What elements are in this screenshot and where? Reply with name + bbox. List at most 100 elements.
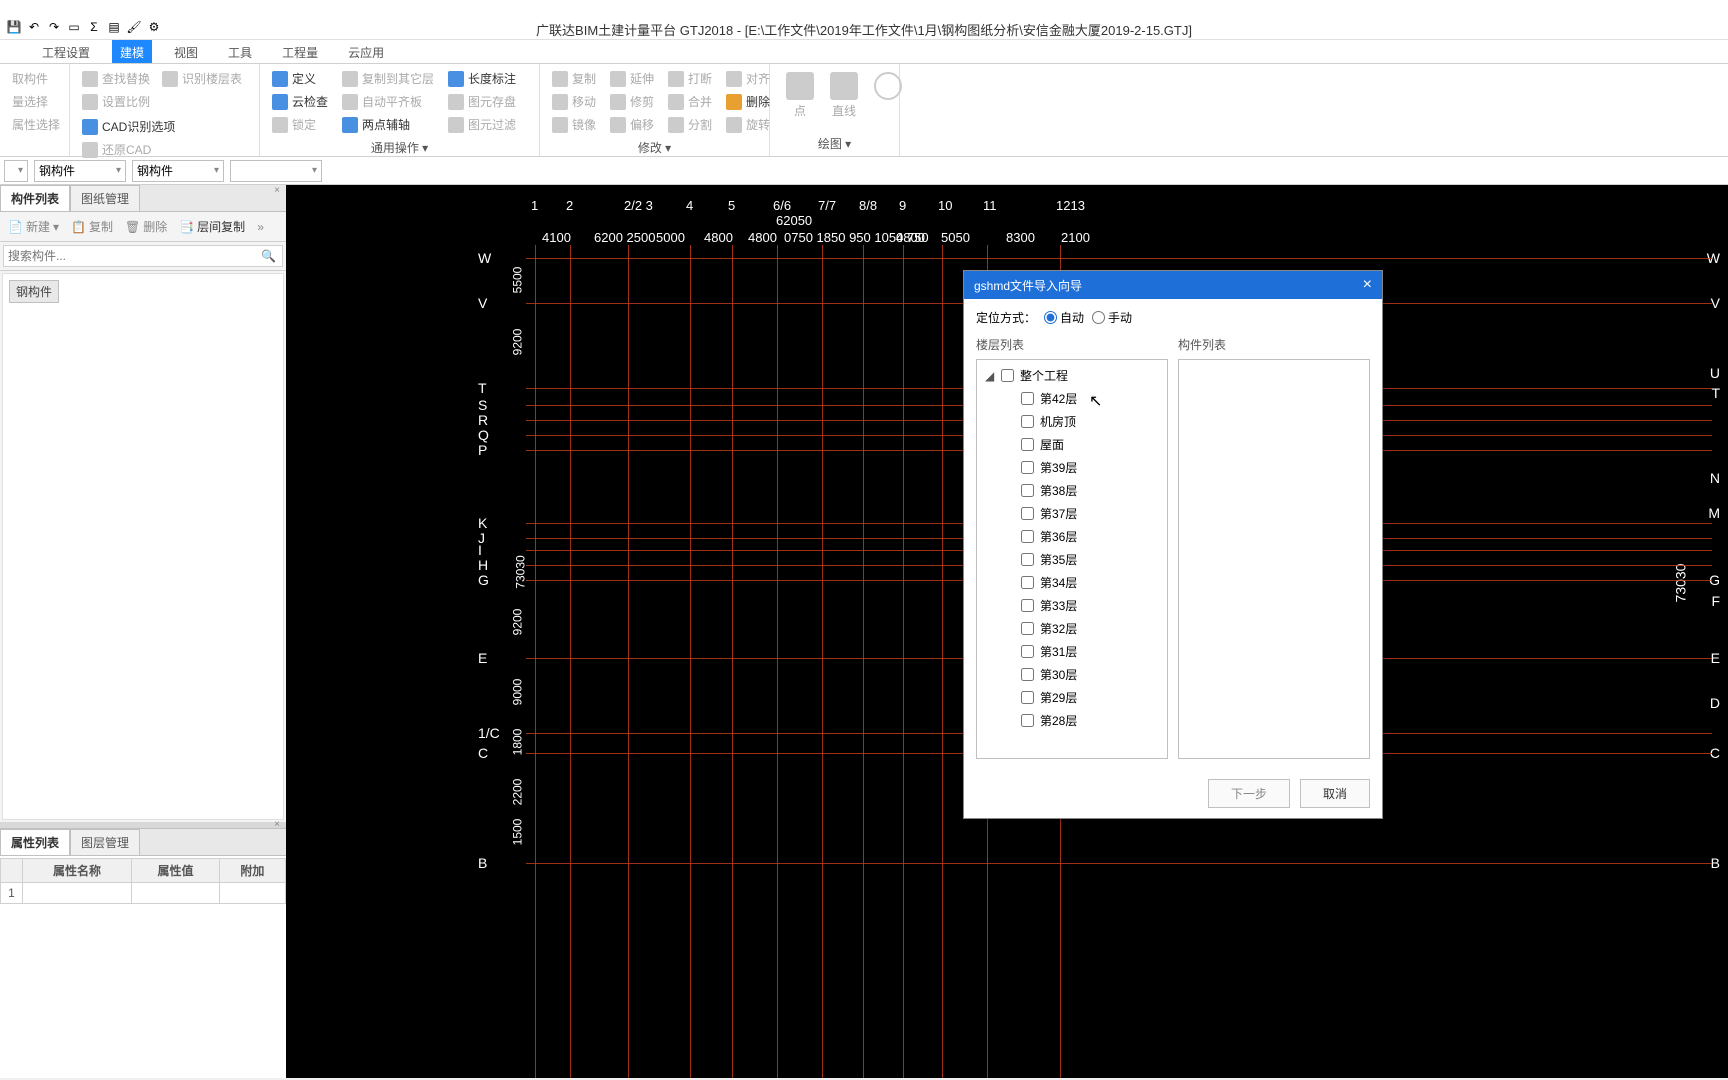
pick-member-button[interactable]: 取构件 (8, 68, 61, 89)
checkbox[interactable] (1021, 576, 1034, 589)
checkbox[interactable] (1021, 645, 1034, 658)
list-item[interactable]: 第35层 (977, 548, 1167, 571)
radio-auto[interactable]: 自动 (1044, 309, 1084, 326)
floor-listbox[interactable]: ◢ 整个工程 第42层机房顶屋面第39层第38层第37层第36层第35层第34层… (976, 359, 1168, 759)
redo-icon[interactable]: ↷ (46, 19, 62, 35)
break-button[interactable]: 打断 (664, 68, 716, 89)
batch-select-button[interactable]: 量选择 (8, 91, 61, 112)
checkbox[interactable] (1021, 438, 1034, 451)
checkbox[interactable] (1021, 553, 1034, 566)
tab-drawing-mgmt[interactable]: 图纸管理 (70, 185, 140, 211)
drawing-canvas[interactable]: 122/2 3456/67/78/8910111213 620504100620… (286, 185, 1728, 1078)
tab-layer-mgmt[interactable]: 图层管理 (70, 829, 140, 855)
search-input[interactable] (3, 245, 283, 267)
checkbox[interactable] (1021, 691, 1034, 704)
cancel-button[interactable]: 取消 (1300, 779, 1370, 808)
copy-to-other-floor-button[interactable]: 复制到其它层 (338, 68, 438, 89)
prop-select-button[interactable]: 属性选择 (8, 114, 61, 135)
lock-button[interactable]: 锁定 (268, 114, 332, 135)
tab-member-list[interactable]: 构件列表 (0, 185, 70, 211)
close-icon[interactable]: × (268, 183, 286, 198)
trim-button[interactable]: 修剪 (606, 91, 658, 112)
tree-item-steel[interactable]: 钢构件 (9, 280, 59, 303)
checkbox[interactable] (1021, 461, 1034, 474)
checkbox[interactable] (1021, 668, 1034, 681)
rotate-button[interactable]: 旋转 (722, 114, 774, 135)
tab-cloud-app[interactable]: 云应用 (340, 40, 392, 63)
list-item[interactable]: ◢ 整个工程 (977, 364, 1167, 387)
checkbox[interactable] (1021, 415, 1034, 428)
checkbox[interactable] (1021, 714, 1034, 727)
list-item[interactable]: 第38层 (977, 479, 1167, 502)
cad-recog-options-button[interactable]: CAD识别选项 (78, 116, 179, 137)
sum-icon[interactable]: Σ (86, 19, 102, 35)
tab-project-settings[interactable]: 工程设置 (34, 40, 98, 63)
new-button[interactable]: 📄 新建 ▾ (4, 216, 63, 237)
undo-icon[interactable]: ↶ (26, 19, 42, 35)
restore-cad-button[interactable]: 还原CAD (78, 139, 155, 160)
cloud-check-button[interactable]: 云检查 (268, 91, 332, 112)
combo-1[interactable]: ▾ (4, 160, 28, 182)
mirror-button[interactable]: 镜像 (548, 114, 600, 135)
paint-icon[interactable]: 🖌 (126, 19, 142, 35)
list-item[interactable]: 第29层 (977, 686, 1167, 709)
list-item[interactable]: 第33层 (977, 594, 1167, 617)
arc-button[interactable] (866, 68, 910, 123)
hide-icon[interactable]: ▤ (106, 19, 122, 35)
two-point-axis-button[interactable]: 两点辅轴 (338, 114, 438, 135)
save-icon[interactable]: 💾 (6, 19, 22, 35)
combo-4[interactable]: ▾ (230, 160, 322, 182)
radio-manual[interactable]: 手动 (1092, 309, 1132, 326)
member-listbox[interactable] (1178, 359, 1370, 759)
merge-button[interactable]: 合并 (664, 91, 716, 112)
combo-2[interactable]: 钢构件▾ (34, 160, 126, 182)
split-button[interactable]: 分割 (664, 114, 716, 135)
next-button[interactable]: 下一步 (1208, 779, 1290, 808)
list-item[interactable]: 屋面 (977, 433, 1167, 456)
list-item[interactable]: 第34层 (977, 571, 1167, 594)
settings-icon[interactable]: ⚙ (146, 19, 162, 35)
tab-build-model[interactable]: 建模 (112, 40, 152, 63)
detect-floor-table-button[interactable]: 识别楼层表 (158, 68, 246, 89)
tab-view[interactable]: 视图 (166, 40, 206, 63)
list-item[interactable]: 第32层 (977, 617, 1167, 640)
list-item[interactable]: 第36层 (977, 525, 1167, 548)
list-item[interactable]: 第37层 (977, 502, 1167, 525)
checkbox[interactable] (1021, 599, 1034, 612)
table-row[interactable]: 1 (1, 883, 286, 904)
element-filter-button[interactable]: 图元过滤 (444, 114, 520, 135)
tab-quantity[interactable]: 工程量 (274, 40, 326, 63)
region-icon[interactable]: ▭ (66, 19, 82, 35)
point-button[interactable]: 点 (778, 68, 822, 123)
tab-tools[interactable]: 工具 (220, 40, 260, 63)
list-item[interactable]: 第30层 (977, 663, 1167, 686)
list-item[interactable]: 第31层 (977, 640, 1167, 663)
align-button[interactable]: 对齐 (722, 68, 774, 89)
combo-3[interactable]: 钢构件▾ (132, 160, 224, 182)
dialog-titlebar[interactable]: gshmd文件导入向导 × (964, 271, 1382, 299)
offset-button[interactable]: 偏移 (606, 114, 658, 135)
list-item[interactable]: 第42层 (977, 387, 1167, 410)
layer-copy-button[interactable]: 📑 层间复制 (175, 216, 249, 237)
checkbox[interactable] (1021, 484, 1034, 497)
tab-property-list[interactable]: 属性列表 (0, 829, 70, 855)
element-save-button[interactable]: 图元存盘 (444, 91, 520, 112)
copy-button[interactable]: 复制 (548, 68, 600, 89)
member-tree[interactable]: 钢构件 (2, 273, 284, 820)
define-button[interactable]: 定义 (268, 68, 332, 89)
checkbox[interactable] (1021, 507, 1034, 520)
close-icon[interactable]: × (1363, 276, 1372, 294)
extend-button[interactable]: 延伸 (606, 68, 658, 89)
checkbox[interactable] (1021, 392, 1034, 405)
checkbox[interactable] (1021, 530, 1034, 543)
checkbox[interactable] (1021, 622, 1034, 635)
checkbox[interactable] (1001, 369, 1014, 382)
auto-flat-slab-button[interactable]: 自动平齐板 (338, 91, 438, 112)
list-item[interactable]: 机房顶 (977, 410, 1167, 433)
delete-button[interactable]: 删除 (722, 91, 774, 112)
tab-start[interactable] (4, 40, 20, 63)
search-icon[interactable]: 🔍 (261, 249, 276, 263)
copy-member-button[interactable]: 📋 复制 (67, 216, 117, 237)
move-button[interactable]: 移动 (548, 91, 600, 112)
set-scale-button[interactable]: 设置比例 (78, 91, 154, 112)
